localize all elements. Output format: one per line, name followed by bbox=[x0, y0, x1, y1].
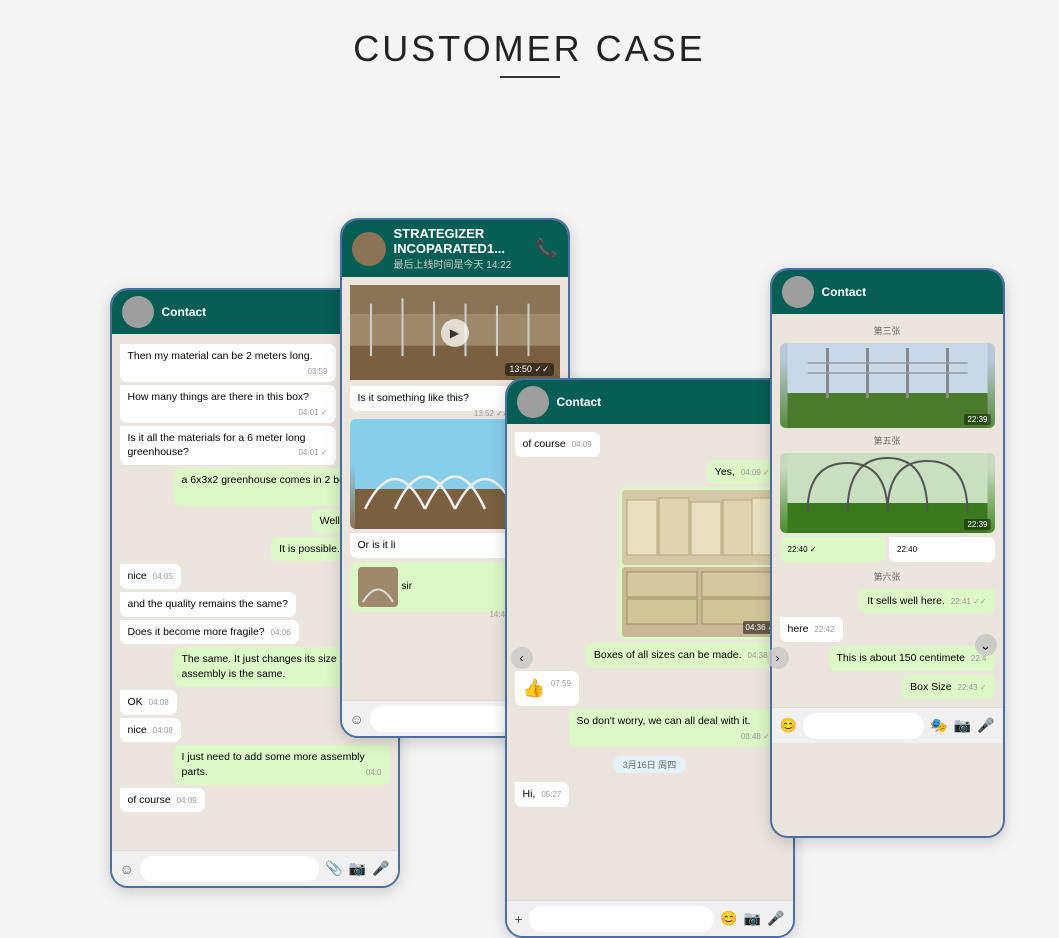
msg-or: Or is it li bbox=[350, 533, 518, 558]
msg-received: and the quality remains the same? bbox=[120, 592, 297, 617]
date-divider: 3月16日 周四 bbox=[613, 756, 687, 773]
msg-of-course: of course 04:09 bbox=[515, 432, 600, 457]
avatar bbox=[352, 232, 386, 266]
message-input-4[interactable] bbox=[803, 713, 924, 739]
msg-received: nice 04:08 bbox=[120, 718, 181, 743]
msg-received: nice 04:05 bbox=[120, 564, 181, 589]
screenshots-container: Contact Then my material can be 2 meters… bbox=[50, 118, 1010, 838]
call-icon[interactable]: 📞 bbox=[535, 238, 557, 259]
msg-received: Is it all the materials for a 6 meter lo… bbox=[120, 426, 336, 465]
chat-input-bar[interactable]: ☺ 📎 📷 🎤 bbox=[112, 850, 398, 886]
emoji-icon-3: 😊 bbox=[720, 910, 737, 927]
camera-icon-3: 📷 bbox=[744, 910, 761, 927]
msg-boxes-text: Boxes of all sizes can be made. 04:38 ✓ bbox=[586, 643, 785, 668]
msg-received: OK 04:08 bbox=[120, 690, 177, 715]
time-label-2: 22:39 bbox=[964, 519, 990, 530]
mic-icon-4: 🎤 bbox=[977, 717, 994, 734]
message-input-2[interactable] bbox=[370, 706, 513, 732]
scroll-left[interactable]: ‹ bbox=[511, 647, 533, 669]
msg-sells-well: It sells well here. 22:41 ✓✓ bbox=[859, 589, 994, 614]
mic-icon: 🎤 bbox=[372, 860, 389, 877]
add-icon[interactable]: + bbox=[515, 911, 523, 927]
msg-sent: I just need to add some more assembly pa… bbox=[174, 745, 390, 784]
msg-dont-worry: So don't worry, we can all deal with it.… bbox=[569, 709, 785, 747]
camera-icon: 📷 bbox=[349, 860, 366, 877]
camera-icon-4: 📷 bbox=[954, 717, 971, 734]
play-button[interactable]: ▶ bbox=[441, 319, 469, 347]
msg-150cm: This is about 150 centimete 22:4 bbox=[829, 646, 995, 671]
scroll-right[interactable]: › bbox=[767, 647, 789, 669]
msg-thumbsup: 👍 07:59 bbox=[515, 671, 579, 706]
msg-image-boxes: 04:36 ✓ bbox=[619, 487, 785, 640]
video-duration: 13:50 ✓✓ bbox=[505, 363, 553, 376]
emoji-icon: ☺ bbox=[120, 861, 134, 877]
time-label-1: 22:39 bbox=[964, 414, 990, 425]
title-underline bbox=[500, 76, 560, 78]
screenshot-4: Contact 第三张 bbox=[770, 268, 1005, 838]
screenshot-3: Contact ‹ › of course 04:09 Yes, 04:09 ✓… bbox=[505, 378, 795, 938]
expand-icon[interactable]: ⌄ bbox=[975, 634, 997, 656]
msg-received: Is it something like this? 13:52 ✓✓ bbox=[350, 386, 518, 411]
emoji-icon-4: 😊 bbox=[780, 717, 797, 734]
msg-sir: sir 14:44 bbox=[350, 562, 518, 612]
contact-info: STRATEGIZER INCOPARATED1... 最后上线时间是今天 14… bbox=[394, 226, 528, 271]
chat-input-bar-4[interactable]: 😊 🎭 📷 🎤 bbox=[772, 707, 1003, 743]
contact-name: STRATEGIZER INCOPARATED1... bbox=[394, 226, 528, 256]
msg-received: How many things are there in this box?04… bbox=[120, 385, 336, 423]
emoji-icon-2: ☺ bbox=[350, 711, 364, 727]
field-image-1: 22:39 bbox=[780, 343, 995, 428]
msg-hi: Hi, 05:27 bbox=[515, 782, 570, 807]
section-label-1: 第三张 bbox=[780, 322, 995, 339]
field-image-2: 22:39 bbox=[780, 453, 995, 533]
chat-header: STRATEGIZER INCOPARATED1... 最后上线时间是今天 14… bbox=[342, 220, 568, 277]
contact-status: 最后上线时间是今天 14:22 bbox=[394, 256, 528, 271]
msg-received: of course 04:09 bbox=[120, 788, 205, 813]
msg-time-2: 22:40 bbox=[889, 537, 995, 562]
msg-received: Then my material can be 2 meters long.03… bbox=[120, 344, 336, 382]
video-thumbnail: ▶ 13:50 ✓✓ bbox=[350, 285, 560, 380]
msg-here: here 22:42 bbox=[780, 617, 843, 642]
section-label-2: 第五张 bbox=[780, 432, 995, 449]
chat-input-bar-3[interactable]: + 😊 📷 🎤 bbox=[507, 900, 793, 936]
mic-icon-3: 🎤 bbox=[767, 910, 784, 927]
attach-icon: 📎 bbox=[325, 860, 342, 877]
sticker-icon: 🎭 bbox=[930, 717, 947, 734]
section-label-3: 第六张 bbox=[780, 568, 995, 585]
message-input-3[interactable] bbox=[529, 906, 715, 932]
msg-received: Does it become more fragile? 04:06 bbox=[120, 620, 299, 645]
msg-box-size: Box Size 22:43 ✓ bbox=[902, 675, 994, 700]
message-input[interactable] bbox=[140, 856, 319, 882]
page-title: CUSTOMER CASE bbox=[353, 28, 705, 70]
msg-time-1: 22:40 ✓ bbox=[780, 537, 886, 562]
